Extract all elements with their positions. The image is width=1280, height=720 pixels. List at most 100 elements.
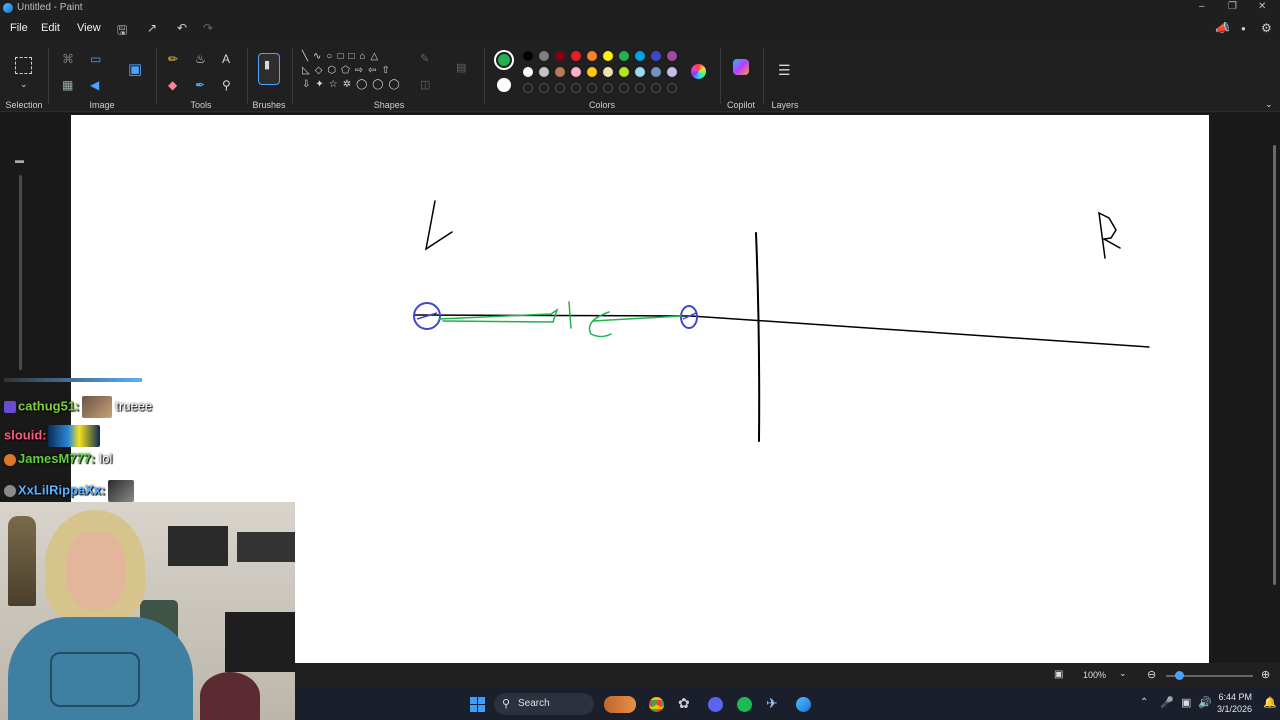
volume-icon[interactable]: 🔊 bbox=[1198, 696, 1212, 709]
palette-swatch[interactable] bbox=[651, 67, 661, 77]
steam-icon[interactable]: ✈ bbox=[766, 695, 778, 712]
primary-color-swatch[interactable] bbox=[494, 50, 514, 70]
minimize-icon[interactable]: – bbox=[1199, 1, 1205, 12]
text-tool-icon[interactable]: A bbox=[222, 53, 230, 65]
layers-icon[interactable]: ☰ bbox=[778, 63, 791, 77]
zoom-slider[interactable] bbox=[1166, 671, 1253, 680]
palette-swatch[interactable] bbox=[555, 67, 565, 77]
custom-color-slot[interactable] bbox=[619, 83, 629, 93]
custom-color-slot[interactable] bbox=[555, 83, 565, 93]
zoom-slider-thumb[interactable] bbox=[1175, 671, 1184, 680]
custom-color-slot[interactable] bbox=[603, 83, 613, 93]
secondary-color-swatch[interactable] bbox=[497, 78, 511, 92]
palette-swatch[interactable] bbox=[571, 51, 581, 61]
redo-icon[interactable]: ↷ bbox=[203, 21, 213, 35]
custom-color-slot[interactable] bbox=[587, 83, 597, 93]
app-icon[interactable]: ✿ bbox=[678, 695, 690, 712]
custom-color-slot[interactable] bbox=[635, 83, 645, 93]
palette-swatch[interactable] bbox=[619, 51, 629, 61]
palette-swatch[interactable] bbox=[603, 67, 613, 77]
zoom-in-icon[interactable]: ⊕ bbox=[1261, 668, 1270, 681]
collapse-ribbon-icon[interactable]: ⌄ bbox=[1265, 98, 1273, 110]
feedback-icon[interactable]: 📣 bbox=[1215, 21, 1230, 35]
widgets-icon[interactable] bbox=[604, 696, 636, 713]
taskbar-search[interactable]: ⚲ Search bbox=[494, 693, 594, 715]
shapes-gallery[interactable]: ╲∿○□□⌂△ ◺◇⬡⬠⇨⇦⇧ ⇩✦☆✲◯◯◯ bbox=[302, 50, 406, 100]
eraser-icon[interactable]: ◆ bbox=[168, 79, 177, 91]
vertical-scrollbar[interactable] bbox=[1273, 145, 1276, 585]
image-creator-icon[interactable]: ▣ bbox=[128, 62, 142, 77]
divider bbox=[156, 48, 157, 104]
chat-username: cathug51: bbox=[18, 398, 80, 414]
custom-color-slot[interactable] bbox=[539, 83, 549, 93]
fill-bucket-icon[interactable]: ♨ bbox=[195, 53, 206, 65]
palette-swatch[interactable] bbox=[523, 67, 533, 77]
zoom-dropdown-icon[interactable]: ⌄ bbox=[1119, 668, 1127, 679]
clock-time[interactable]: 6:44 PM bbox=[1218, 692, 1252, 702]
shape-size-icon[interactable]: ▤ bbox=[456, 62, 466, 74]
magnifier-icon[interactable]: ⚲ bbox=[222, 79, 231, 91]
close-icon[interactable]: ✕ bbox=[1258, 1, 1266, 12]
pencil-icon[interactable]: ✏ bbox=[168, 53, 178, 65]
palette-swatch[interactable] bbox=[635, 51, 645, 61]
palette-swatch[interactable] bbox=[651, 51, 661, 61]
custom-color-slot[interactable] bbox=[667, 83, 677, 93]
letter-r-stroke bbox=[1098, 211, 1121, 259]
green-tick-stroke bbox=[568, 301, 572, 329]
color-picker-icon[interactable]: ✒ bbox=[195, 79, 205, 91]
undo-icon[interactable]: ↶ bbox=[177, 21, 187, 35]
microphone-icon[interactable]: 🎤 bbox=[1160, 696, 1174, 709]
palette-swatch[interactable] bbox=[587, 51, 597, 61]
account-icon[interactable]: ● bbox=[1241, 24, 1246, 33]
palette-swatch[interactable] bbox=[539, 51, 549, 61]
edit-colors-icon[interactable] bbox=[691, 64, 706, 79]
selection-button[interactable] bbox=[15, 57, 32, 74]
background-remove-icon[interactable]: ▦ bbox=[62, 79, 73, 91]
fit-to-window-icon[interactable]: ▣ bbox=[1054, 669, 1063, 680]
menu-edit[interactable]: Edit bbox=[41, 22, 60, 34]
outline-icon[interactable]: ✎ bbox=[420, 53, 429, 65]
notification-icon[interactable]: 🔔 bbox=[1263, 696, 1277, 709]
rotate-icon[interactable]: ◀ bbox=[90, 79, 99, 91]
brush-size-slider[interactable] bbox=[19, 175, 22, 370]
restore-icon[interactable]: ❐ bbox=[1228, 1, 1237, 12]
chat-message: JamesM777: lol bbox=[4, 451, 112, 466]
palette-swatch[interactable] bbox=[587, 67, 597, 77]
spotify-icon[interactable] bbox=[737, 697, 752, 712]
palette-swatch[interactable] bbox=[667, 51, 677, 61]
chevron-down-icon[interactable]: ⌄ bbox=[20, 78, 28, 90]
custom-color-slot[interactable] bbox=[523, 83, 533, 93]
custom-color-slot[interactable] bbox=[651, 83, 661, 93]
settings-gear-icon[interactable]: ⚙ bbox=[1261, 21, 1272, 35]
palette-swatch[interactable] bbox=[523, 51, 533, 61]
palette-swatch[interactable] bbox=[571, 67, 581, 77]
palette-swatch[interactable] bbox=[635, 67, 645, 77]
menu-view[interactable]: View bbox=[77, 22, 101, 34]
paint-taskbar-icon[interactable] bbox=[796, 697, 811, 712]
discord-icon[interactable] bbox=[708, 697, 723, 712]
chrome-icon[interactable] bbox=[649, 697, 664, 712]
clock-date[interactable]: 3/1/2026 bbox=[1212, 704, 1252, 714]
palette-swatch[interactable] bbox=[619, 67, 629, 77]
menu-file[interactable]: File bbox=[10, 22, 28, 34]
resize-icon[interactable]: ▭ bbox=[90, 53, 101, 65]
start-button[interactable] bbox=[470, 697, 485, 712]
palette-swatch[interactable] bbox=[539, 67, 549, 77]
green-return-stroke bbox=[592, 315, 682, 322]
copilot-icon[interactable] bbox=[733, 59, 749, 75]
palette-swatch[interactable] bbox=[667, 67, 677, 77]
menu-bar: File Edit View 🖫 ↗ ↶ ↷ 📣 ● ⚙ bbox=[0, 16, 1280, 40]
palette-swatch[interactable] bbox=[603, 51, 613, 61]
tray-chevron-icon[interactable]: ⌃ bbox=[1140, 697, 1148, 708]
network-icon[interactable]: ▣ bbox=[1181, 696, 1191, 709]
group-label-layers: Layers bbox=[771, 100, 799, 110]
custom-color-slot[interactable] bbox=[571, 83, 581, 93]
zoom-level[interactable]: 100% bbox=[1083, 670, 1106, 680]
zoom-out-icon[interactable]: ⊖ bbox=[1147, 668, 1156, 681]
crop-icon[interactable]: ⌘ bbox=[62, 53, 74, 65]
chat-badge-icon bbox=[4, 485, 16, 497]
fill-icon[interactable]: ◫ bbox=[420, 79, 430, 91]
share-icon[interactable]: ↗ bbox=[147, 21, 157, 35]
palette-swatch[interactable] bbox=[555, 51, 565, 61]
save-icon[interactable]: 🖫 bbox=[117, 21, 127, 42]
